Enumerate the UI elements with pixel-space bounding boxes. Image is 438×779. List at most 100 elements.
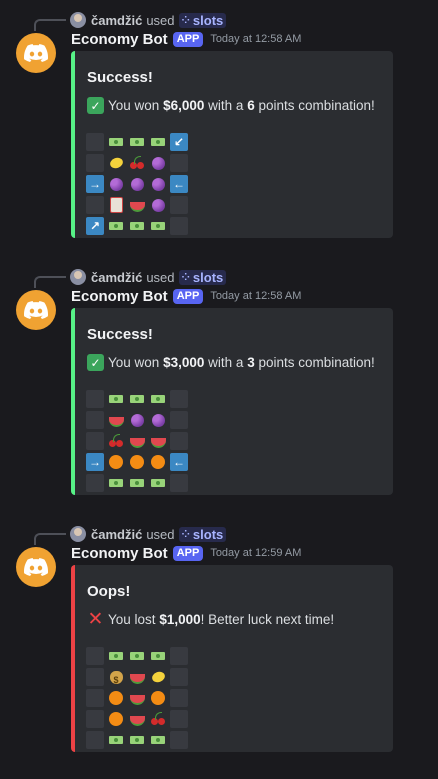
check-mark-icon: ✓ [87,354,104,371]
reply-connector [34,19,66,31]
discord-logo-icon [24,44,48,62]
embed-title: Success! [87,69,153,86]
arrow-right-icon: → [86,453,104,471]
slot-grid [86,647,188,749]
money-icon [107,731,125,749]
timestamp[interactable]: Today at 12:58 AM [210,33,301,45]
empty-cell [170,731,188,749]
slash-command[interactable]: ⁘ slots [178,12,227,28]
empty-cell [170,710,188,728]
app-badge: APP [172,288,204,304]
message-1: čamdžić used ⁘ slots Economy Bot APP Toda… [0,11,438,251]
empty-cell [86,154,104,172]
orange-icon [128,453,146,471]
check-mark-icon: ✓ [87,97,104,114]
embed-color-bar [71,565,75,752]
desc-mid: with a [208,98,244,113]
reply-context[interactable]: čamdžić used ⁘ slots [70,525,227,543]
slot-grid: → ← [86,390,188,492]
empty-cell [170,647,188,665]
grapes-icon [107,175,125,193]
command-icon: ⁘ [181,14,190,26]
watermelon-icon [107,411,125,429]
bot-name[interactable]: Economy Bot [71,288,168,305]
money-icon [149,474,167,492]
grapes-icon [149,196,167,214]
empty-cell [86,689,104,707]
arrow-up-right-icon: ↗ [86,217,104,235]
reply-username[interactable]: čamdžić [91,13,142,28]
reply-context[interactable]: čamdžić used ⁘ slots [70,11,227,29]
desc-mid: with a [208,355,244,370]
message-header: Economy Bot APP Today at 12:58 AM [71,285,301,307]
money-icon [107,647,125,665]
reply-used-text: used [146,526,175,542]
win-amount: $6,000 [163,98,205,113]
empty-cell [170,154,188,172]
user-avatar-icon[interactable] [70,526,86,542]
cherry-icon [149,710,167,728]
grapes-icon [128,175,146,193]
reply-used-text: used [146,12,175,28]
empty-cell [86,432,104,450]
embed-description: ✓ You won $6,000 with a 6 points combina… [87,97,375,114]
embed-title: Success! [87,326,153,343]
empty-cell [86,196,104,214]
empty-cell [86,710,104,728]
reply-context[interactable]: čamdžić used ⁘ slots [70,268,227,286]
user-avatar-icon[interactable] [70,269,86,285]
timestamp[interactable]: Today at 12:58 AM [210,290,301,302]
money-icon [128,390,146,408]
watermelon-icon [128,710,146,728]
desc-suffix: points combination! [258,98,375,113]
arrow-left-icon: ← [170,453,188,471]
watermelon-icon [128,668,146,686]
desc-prefix: You lost [108,612,156,627]
bot-name[interactable]: Economy Bot [71,545,168,562]
timestamp[interactable]: Today at 12:59 AM [210,547,301,559]
cross-mark-icon: ✕ [87,609,104,630]
money-icon [128,217,146,235]
money-icon [128,474,146,492]
money-icon [107,390,125,408]
slash-command[interactable]: ⁘ slots [178,269,227,285]
bot-avatar[interactable] [16,547,56,587]
slash-command[interactable]: ⁘ slots [178,526,227,542]
reply-used-text: used [146,269,175,285]
money-icon [107,217,125,235]
embed-description: ✓ You won $3,000 with a 3 points combina… [87,354,375,371]
message-2: čamdžić used ⁘ slots Economy Bot APP Toda… [0,268,438,508]
reply-connector [34,533,66,545]
watermelon-icon [128,432,146,450]
embed-card: Success! ✓ You won $6,000 with a 6 point… [71,51,393,238]
bot-avatar[interactable] [16,33,56,73]
money-icon [107,474,125,492]
money-icon [149,133,167,151]
bot-avatar[interactable] [16,290,56,330]
embed-card: Oops! ✕ You lost $1,000! Better luck nex… [71,565,393,752]
orange-icon [149,453,167,471]
orange-icon [149,689,167,707]
reply-username[interactable]: čamdžić [91,270,142,285]
win-amount: $3,000 [163,355,205,370]
reply-username[interactable]: čamdžić [91,527,142,542]
app-badge: APP [172,31,204,47]
embed-title: Oops! [87,583,131,600]
watermelon-icon [128,689,146,707]
desc-prefix: You won [108,98,160,113]
lemon-icon [149,668,167,686]
message-header: Economy Bot APP Today at 12:58 AM [71,28,301,50]
grapes-icon [149,175,167,193]
money-icon [149,217,167,235]
money-icon [149,731,167,749]
bot-name[interactable]: Economy Bot [71,31,168,48]
cherry-icon [107,432,125,450]
command-name: slots [192,12,224,28]
empty-cell [86,474,104,492]
user-avatar-icon[interactable] [70,12,86,28]
orange-icon [107,453,125,471]
grapes-icon [149,411,167,429]
empty-cell [170,390,188,408]
watermelon-icon [128,196,146,214]
embed-color-bar [71,308,75,495]
